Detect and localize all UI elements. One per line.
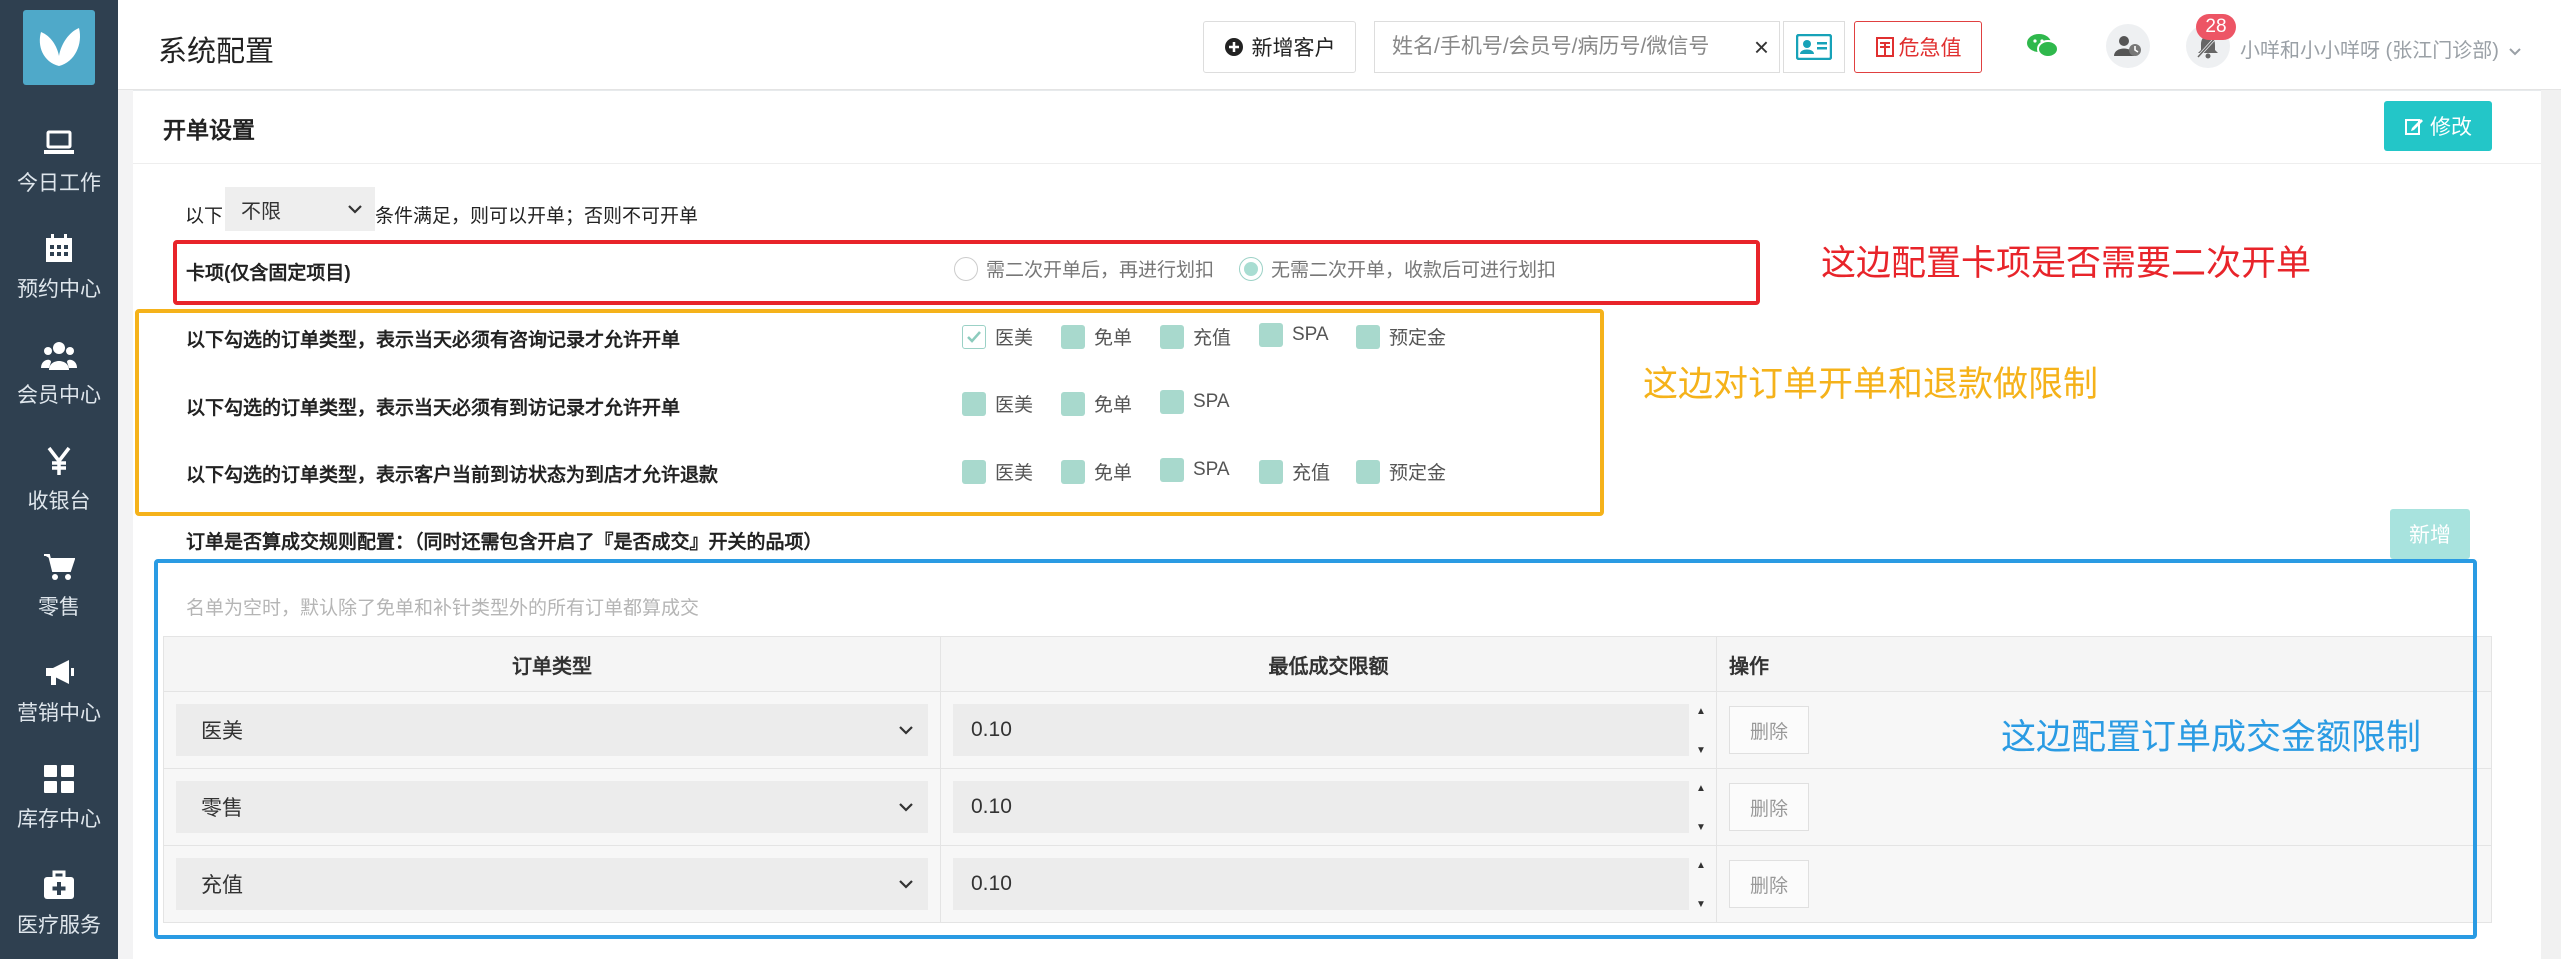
condition-value: 不限 bbox=[241, 200, 281, 223]
nav-label: 零售 bbox=[38, 596, 80, 619]
id-card-button[interactable] bbox=[1783, 21, 1845, 73]
nav-retail[interactable]: 零售 bbox=[0, 532, 118, 638]
edit-icon bbox=[2405, 119, 2423, 135]
id-card-icon bbox=[1796, 34, 1832, 60]
lab-icon bbox=[1875, 37, 1894, 57]
user-name: 小咩和小小咩呀 (张江门诊部) bbox=[2240, 40, 2499, 62]
nav-cashier[interactable]: 收银台 bbox=[0, 426, 118, 532]
logo[interactable] bbox=[23, 10, 95, 85]
nav-today-work[interactable]: 今日工作 bbox=[0, 108, 118, 214]
calendar-icon bbox=[41, 231, 77, 267]
nav-label: 预约中心 bbox=[17, 278, 101, 301]
nav-label: 库存中心 bbox=[17, 808, 101, 831]
yen-icon bbox=[41, 443, 77, 479]
clear-icon[interactable]: × bbox=[1754, 32, 1769, 63]
users-icon bbox=[41, 337, 77, 373]
annotation-box-orange bbox=[135, 309, 1604, 516]
search-input[interactable] bbox=[1375, 23, 1725, 71]
page-scrollbar[interactable] bbox=[2541, 90, 2561, 959]
deal-rule-label: 订单是否算成交规则配置：（同时还需包含开启了『是否成交』开关的品项） bbox=[186, 532, 823, 553]
condition-select[interactable]: 不限 bbox=[225, 187, 375, 231]
sidebar: 今日工作 预约中心 会员中心 收银台 零售 营销中心 库存中心 医疗服务 bbox=[0, 0, 118, 959]
add-customer-label: 新增客户 bbox=[1251, 37, 1336, 60]
divider bbox=[133, 163, 2551, 164]
medkit-icon bbox=[41, 867, 77, 903]
chevron-down-icon bbox=[348, 205, 362, 214]
edit-button[interactable]: 修改 bbox=[2384, 101, 2492, 151]
annotation-text-red: 这边配置卡项是否需要二次开单 bbox=[1821, 244, 2312, 283]
nav-member-center[interactable]: 会员中心 bbox=[0, 320, 118, 426]
nav-label: 今日工作 bbox=[17, 172, 101, 195]
top-bar: 系统配置 新增客户 × 危急值 28 小咩和小小咩呀 (张江门诊部) bbox=[118, 0, 2561, 90]
page-title: 系统配置 bbox=[158, 36, 275, 68]
user-group-icon bbox=[2114, 36, 2141, 56]
annotation-text-orange: 这边对订单开单和退款做限制 bbox=[1643, 365, 2099, 404]
nav-label: 收银台 bbox=[27, 490, 91, 513]
annotation-text-blue: 这边配置订单成交金额限制 bbox=[2001, 718, 2422, 757]
butterfly-logo-icon bbox=[39, 27, 81, 66]
nav-marketing[interactable]: 营销中心 bbox=[0, 638, 118, 744]
laptop-icon bbox=[41, 125, 77, 161]
panel-title: 开单设置 bbox=[163, 117, 255, 143]
wechat-button[interactable] bbox=[2021, 24, 2065, 68]
condition-prefix: 以下 bbox=[185, 206, 224, 227]
nav-inventory[interactable]: 库存中心 bbox=[0, 744, 118, 850]
group-button[interactable] bbox=[2106, 24, 2150, 68]
nav-label: 会员中心 bbox=[17, 384, 101, 407]
condition-suffix: 条件满足，则可以开单；否则不可开单 bbox=[375, 206, 699, 227]
user-menu[interactable]: 小咩和小小咩呀 (张江门诊部) bbox=[2240, 34, 2522, 63]
edit-label: 修改 bbox=[2430, 116, 2472, 139]
critical-value-button[interactable]: 危急值 bbox=[1854, 21, 1982, 73]
cart-icon bbox=[41, 549, 77, 585]
megaphone-icon bbox=[41, 655, 77, 691]
add-rule-button[interactable]: 新增 bbox=[2390, 509, 2470, 559]
add-customer-button[interactable]: 新增客户 bbox=[1203, 21, 1356, 73]
nav-label: 营销中心 bbox=[17, 702, 101, 725]
nav-appointment[interactable]: 预约中心 bbox=[0, 214, 118, 320]
wechat-icon bbox=[2027, 34, 2059, 58]
order-settings-panel: 开单设置 修改 以下 不限 条件满足，则可以开单；否则不可开单 卡项(仅含固定项… bbox=[133, 90, 2551, 959]
annotation-box-red bbox=[173, 240, 1760, 305]
nav-label: 医疗服务 bbox=[17, 914, 101, 937]
notification-badge: 28 bbox=[2196, 14, 2236, 40]
search-box: × bbox=[1374, 21, 1780, 73]
grid-icon bbox=[41, 761, 77, 797]
nav-medical[interactable]: 医疗服务 bbox=[0, 850, 118, 956]
critical-value-label: 危急值 bbox=[1898, 37, 1962, 60]
chevron-down-icon bbox=[2509, 48, 2522, 56]
plus-circle-icon bbox=[1224, 38, 1243, 56]
